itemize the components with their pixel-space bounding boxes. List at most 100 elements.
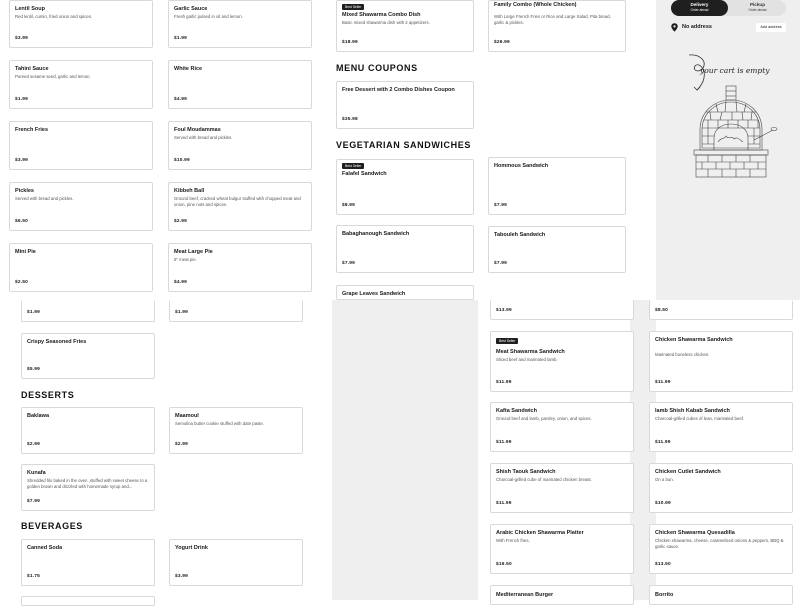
menu-item-card[interactable]: Yogurt Drink $3.99 bbox=[169, 539, 303, 586]
item-name: Lentil Soup bbox=[15, 6, 45, 12]
menu-item-card[interactable]: Grape Leaves Sandwich bbox=[336, 285, 474, 300]
item-name: Maamoul bbox=[175, 413, 199, 419]
item-name: Hommous Sandwich bbox=[494, 163, 549, 169]
item-description: Charcoal-grilled cube of marinated chick… bbox=[496, 477, 592, 482]
menu-item-card[interactable]: Mini Pie $2.50 bbox=[9, 243, 153, 292]
menu-item-card[interactable]: Shish Taouk Sandwich Charcoal-grilled cu… bbox=[490, 463, 634, 513]
item-name: Kunafa bbox=[27, 470, 46, 476]
item-name: Arabic Chicken Shawarma Platter bbox=[496, 530, 584, 536]
menu-item-card[interactable]: Best Seller Mixed Shawarma Combo Dish Ba… bbox=[336, 0, 474, 52]
item-price: $3.99 bbox=[175, 574, 189, 579]
item-description: Sliced beef and marinated lamb. bbox=[496, 357, 558, 362]
item-name: Baklawa bbox=[27, 413, 50, 419]
menu-item-card[interactable]: $8.50 bbox=[649, 300, 793, 320]
item-price: $1.99 bbox=[175, 310, 189, 315]
menu-item-card[interactable]: Chicken Cutlet Sandwich On a bun. $10.99 bbox=[649, 463, 793, 513]
menu-item-card[interactable]: Chicken Shawarma Quesadilla Chicken shaw… bbox=[649, 524, 793, 574]
item-name: Tabouleh Sandwich bbox=[494, 232, 546, 238]
item-price: $18.99 bbox=[342, 40, 358, 45]
delivery-pickup-toggle[interactable]: Delivery Order ahead Pickup Order ahead bbox=[671, 0, 786, 16]
item-name: Chicken Shawarma Quesadilla bbox=[655, 530, 735, 536]
item-price: $8.99 bbox=[342, 203, 356, 208]
item-price: $2.50 bbox=[15, 280, 29, 285]
menu-item-card[interactable]: Maamoul Semolina butter cookie stuffed w… bbox=[169, 407, 303, 454]
item-name: Tahini Sauce bbox=[15, 66, 49, 72]
address-label: No address bbox=[682, 24, 712, 30]
item-name: White Rice bbox=[174, 66, 203, 72]
item-price: $2.99 bbox=[174, 219, 188, 224]
item-price: $1.75 bbox=[27, 574, 41, 579]
menu-item-card[interactable]: $1.99 bbox=[21, 300, 155, 322]
delivery-option[interactable]: Delivery Order ahead bbox=[671, 0, 728, 16]
item-name: Yogurt Drink bbox=[175, 545, 208, 551]
item-name: Mini Pie bbox=[15, 249, 36, 255]
section-heading-menu-coupons: MENU COUPONS bbox=[336, 63, 418, 73]
item-description: Shredded filo baked in the oven ,stuffed… bbox=[27, 478, 148, 490]
menu-item-card[interactable]: White Rice $4.99 bbox=[168, 60, 312, 109]
menu-item-card[interactable]: Babaghanough Sandwich $7.99 bbox=[336, 225, 474, 273]
delivery-label: Delivery bbox=[690, 2, 709, 7]
pickup-option[interactable]: Pickup Order ahead bbox=[729, 0, 786, 16]
item-price: $16.50 bbox=[496, 562, 512, 567]
menu-item-card[interactable]: Best Seller Meat Shawarma Sandwich Slice… bbox=[490, 331, 634, 392]
menu-item-card[interactable]: Lentil Soup Red lentil, cumin, fried oni… bbox=[9, 0, 153, 48]
menu-item-card[interactable]: Arabic Chicken Shawarma Platter With Fre… bbox=[490, 524, 634, 574]
menu-item-card[interactable]: French Fries $3.99 bbox=[9, 121, 153, 170]
menu-item-card[interactable]: Tabouleh Sandwich $7.99 bbox=[488, 226, 626, 273]
item-price: $1.99 bbox=[27, 310, 41, 315]
item-name: Pickles bbox=[15, 188, 34, 194]
item-description: 9" meat pie. bbox=[174, 257, 197, 262]
menu-item-card[interactable]: $13.99 bbox=[490, 300, 634, 320]
item-description: With French fries. bbox=[496, 538, 530, 543]
menu-item-card[interactable]: Canned Soda $1.75 bbox=[21, 539, 155, 586]
item-price: $3.99 bbox=[15, 158, 29, 163]
item-name: Crispy Seasoned Fries bbox=[27, 339, 87, 345]
item-price: $8.50 bbox=[655, 308, 669, 313]
menu-item-card[interactable]: Family Combo (Whole Chicken) With Large … bbox=[488, 0, 626, 52]
item-name: Family Combo (Whole Chicken) bbox=[494, 2, 577, 8]
item-price: $4.99 bbox=[174, 97, 188, 102]
menu-item-card[interactable]: Chicken Shawarma Sandwich Marinated bone… bbox=[649, 331, 793, 392]
menu-item-card[interactable]: Kafta Sandwich Ground beef and lamb, par… bbox=[490, 402, 634, 452]
empty-cart-message: your cart is empty bbox=[700, 66, 770, 75]
background-strip bbox=[332, 300, 478, 600]
item-price: $13.99 bbox=[496, 308, 512, 313]
item-description: Ground beef, cracked wheat bulgur stuffe… bbox=[174, 196, 301, 208]
coupon-card[interactable]: Free Dessert with 2 Combo Dishes Coupon … bbox=[336, 81, 474, 129]
item-name: Canned Soda bbox=[27, 545, 63, 551]
item-description: Marinated boneless chicken. bbox=[655, 352, 710, 357]
item-price: $1.99 bbox=[15, 97, 29, 102]
item-price: $7.99 bbox=[494, 261, 508, 266]
item-name: Foul Moudammas bbox=[174, 127, 221, 133]
pickup-sublabel: Order ahead bbox=[748, 8, 767, 12]
menu-item-card[interactable]: Mediterranean Burger bbox=[490, 585, 634, 605]
item-name: Garlic Sauce bbox=[174, 6, 208, 12]
menu-item-card[interactable]: Best Seller Falafel Sandwich $8.99 bbox=[336, 159, 474, 215]
item-price: $7.99 bbox=[27, 499, 41, 504]
item-description: With Large French Fries or Rice and Larg… bbox=[494, 14, 611, 26]
menu-item-card[interactable]: Garlic Sauce Fresh garlic pulsed in oil … bbox=[168, 0, 312, 48]
menu-item-card[interactable]: Tahini Sauce Pureed sesame seed, garlic … bbox=[9, 60, 153, 109]
menu-item-card[interactable]: Kunafa Shredded filo baked in the oven ,… bbox=[21, 464, 155, 511]
menu-item-card[interactable]: $1.99 bbox=[169, 300, 303, 322]
menu-item-card[interactable]: lamb Shish Kabab Sandwich Charcoal-grill… bbox=[649, 402, 793, 452]
menu-item-card[interactable]: Borrito bbox=[649, 585, 793, 605]
item-price: $26.99 bbox=[494, 40, 510, 45]
item-name: lamb Shish Kabab Sandwich bbox=[655, 408, 730, 414]
menu-item-card[interactable]: Crispy Seasoned Fries $5.99 bbox=[21, 333, 155, 379]
item-price: $2.99 bbox=[175, 442, 189, 447]
menu-item-card[interactable]: Kibbeh Ball Ground beef, cracked wheat b… bbox=[168, 182, 312, 231]
menu-item-card[interactable]: Meat Large Pie 9" meat pie. $4.99 bbox=[168, 243, 312, 292]
item-name: Shish Taouk Sandwich bbox=[496, 469, 556, 475]
menu-item-card[interactable]: Hommous Sandwich $7.99 bbox=[488, 157, 626, 215]
add-address-button[interactable]: Add address bbox=[756, 23, 786, 32]
section-heading-beverages: BEVERAGES bbox=[21, 521, 83, 531]
menu-item-card[interactable] bbox=[21, 596, 155, 606]
menu-item-card[interactable]: Pickles Served with bread and pickles. $… bbox=[9, 182, 153, 231]
item-price: $3.99 bbox=[15, 36, 29, 41]
item-name: French Fries bbox=[15, 127, 49, 133]
menu-item-card[interactable]: Foul Moudammas Served with bread and pic… bbox=[168, 121, 312, 170]
item-price: $11.99 bbox=[655, 380, 671, 385]
item-name: Meat Large Pie bbox=[174, 249, 213, 255]
menu-item-card[interactable]: Baklawa $2.99 bbox=[21, 407, 155, 454]
